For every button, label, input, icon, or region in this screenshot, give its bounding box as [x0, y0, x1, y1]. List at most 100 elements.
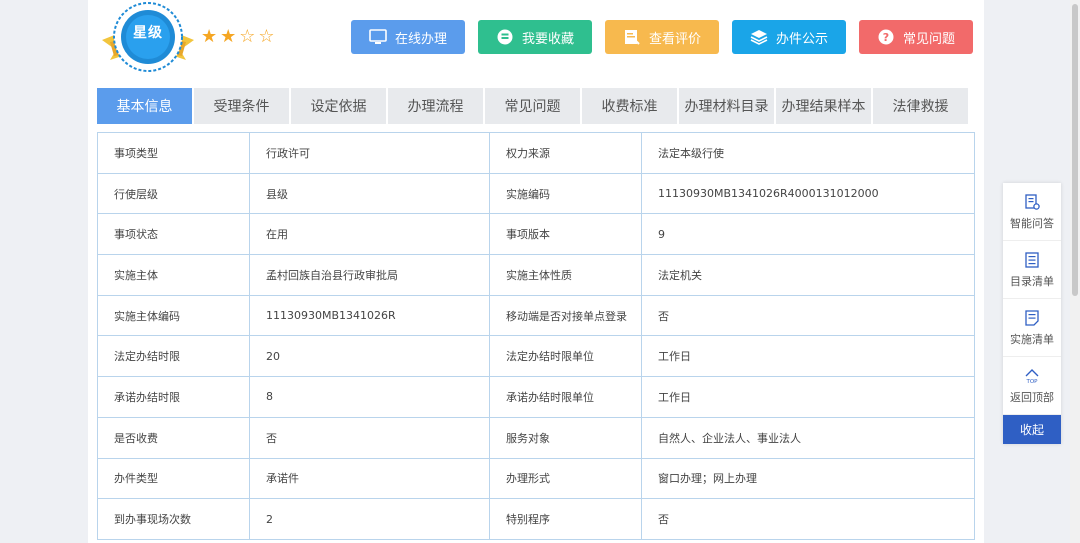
online-apply-label: 在线办理 — [394, 31, 447, 47]
faq-button[interactable]: ? 常见问题 — [859, 20, 973, 54]
page-scrollbar[interactable] — [1070, 0, 1080, 543]
question-icon: ? — [877, 28, 895, 46]
collect-button[interactable]: 我要收藏 — [478, 20, 592, 54]
field-value: 否 — [641, 294, 975, 337]
scrollbar-thumb[interactable] — [1072, 4, 1078, 296]
table-row: 行使层级 县级 实施编码 11130930MB1341026R400013101200… — [97, 172, 975, 215]
tab-process-flow[interactable]: 办理流程 — [388, 88, 483, 124]
doc-icon — [1025, 309, 1039, 326]
field-value: 否 — [249, 416, 490, 459]
field-label: 服务对象 — [489, 416, 642, 459]
field-value: 承诺件 — [249, 457, 490, 500]
review-icon — [623, 28, 641, 46]
field-label: 权力来源 — [489, 132, 642, 174]
monitor-icon — [369, 28, 387, 46]
collect-label: 我要收藏 — [521, 31, 574, 47]
field-value: 否 — [641, 498, 975, 540]
collect-icon — [496, 28, 514, 46]
catalog-list-button[interactable]: 目录清单 — [1003, 241, 1061, 299]
implementation-list-label: 实施清单 — [1010, 332, 1054, 346]
field-value: 县级 — [249, 172, 490, 215]
chat-doc-icon — [1025, 193, 1040, 210]
field-value: 9 — [641, 213, 975, 256]
layers-icon — [750, 28, 768, 46]
field-value: 自然人、企业法人、事业法人 — [641, 416, 975, 459]
field-value: 工作日 — [641, 335, 975, 378]
implementation-list-button[interactable]: 实施清单 — [1003, 299, 1061, 357]
back-to-top-label: 返回顶部 — [1010, 390, 1054, 404]
back-to-top-button[interactable]: TOP 返回顶部 — [1003, 357, 1061, 415]
field-value: 行政许可 — [249, 132, 490, 174]
star-empty-icon: ☆ — [258, 26, 278, 47]
field-label: 特别程序 — [489, 498, 642, 540]
tab-fee-standard[interactable]: 收费标准 — [582, 88, 677, 124]
tab-basic-info[interactable]: 基本信息 — [97, 88, 192, 124]
detail-tabs: 基本信息 受理条件 设定依据 办理流程 常见问题 收费标准 办理材料目录 办理结… — [97, 88, 968, 124]
field-label: 实施编码 — [489, 172, 642, 215]
case-public-button[interactable]: 办件公示 — [732, 20, 846, 54]
view-review-button[interactable]: 查看评价 — [605, 20, 719, 54]
table-row: 事项状态 在用 事项版本 9 — [97, 213, 975, 256]
list-icon — [1025, 251, 1039, 268]
smart-qa-button[interactable]: 智能问答 — [1003, 183, 1061, 241]
field-label: 事项版本 — [489, 213, 642, 256]
table-row: 实施主体 孟村回族自治县行政审批局 实施主体性质 法定机关 — [97, 254, 975, 296]
field-label: 到办事现场次数 — [97, 498, 250, 540]
table-row: 办件类型 承诺件 办理形式 窗口办理；网上办理 — [97, 457, 975, 500]
table-row: 实施主体编码 11130930MB1341026R 移动端是否对接单点登录否 — [97, 294, 975, 337]
svg-text:?: ? — [883, 31, 889, 44]
field-label: 事项类型 — [97, 132, 250, 174]
field-label: 事项状态 — [97, 213, 250, 256]
field-label: 移动端是否对接单点登录 — [489, 294, 642, 337]
star-filled-icon: ★ — [220, 26, 240, 47]
tab-material-list[interactable]: 办理材料目录 — [679, 88, 774, 124]
field-label: 办理形式 — [489, 457, 642, 500]
badge-label: 星级 — [133, 25, 163, 41]
smart-qa-label: 智能问答 — [1010, 216, 1054, 230]
tab-legal-basis[interactable]: 设定依据 — [291, 88, 386, 124]
tab-legal-aid[interactable]: 法律救援 — [873, 88, 968, 124]
svg-text:TOP: TOP — [1025, 379, 1038, 385]
field-label: 是否收费 — [97, 416, 250, 459]
case-public-label: 办件公示 — [775, 31, 828, 47]
tab-result-sample[interactable]: 办理结果样本 — [776, 88, 871, 124]
field-value: 孟村回族自治县行政审批局 — [249, 254, 490, 296]
field-label: 办件类型 — [97, 457, 250, 500]
floating-menu: 智能问答 目录清单 实施清单 TOP 返回顶部 收起 — [1003, 183, 1061, 444]
field-value: 法定本级行使 — [641, 132, 975, 174]
table-row: 法定办结时限 20 法定办结时限单位 工作日 — [97, 335, 975, 378]
tab-acceptance-conditions[interactable]: 受理条件 — [194, 88, 289, 124]
collapse-button[interactable]: 收起 — [1003, 415, 1061, 444]
table-row: 是否收费否服务对象 自然人、企业法人、事业法人 — [97, 416, 975, 459]
top-icon: TOP — [1025, 368, 1039, 385]
catalog-list-label: 目录清单 — [1010, 274, 1054, 288]
field-value: 工作日 — [641, 376, 975, 418]
field-value: 法定机关 — [641, 254, 975, 296]
field-label: 实施主体编码 — [97, 294, 250, 337]
field-label: 实施主体 — [97, 254, 250, 296]
field-value: 2 — [249, 498, 490, 540]
field-label: 法定办结时限单位 — [489, 335, 642, 378]
basic-info-table: 事项类型 行政许可 权力来源 法定本级行使 行使层级 县级 实施编码 11130930MB1… — [97, 132, 975, 540]
star-rating: ★★☆☆ — [201, 26, 278, 47]
field-value: 11130930MB1341026R4000131012000 — [641, 172, 975, 215]
field-value: 20 — [249, 335, 490, 378]
online-apply-button[interactable]: 在线办理 — [351, 20, 465, 54]
field-label: 行使层级 — [97, 172, 250, 215]
field-label: 实施主体性质 — [489, 254, 642, 296]
table-row: 承诺办结时限 8 承诺办结时限单位 工作日 — [97, 376, 975, 418]
field-value: 窗口办理；网上办理 — [641, 457, 975, 500]
faq-label: 常见问题 — [902, 31, 955, 47]
field-label: 承诺办结时限单位 — [489, 376, 642, 418]
view-review-label: 查看评价 — [648, 31, 701, 47]
field-value: 11130930MB1341026R — [249, 294, 490, 337]
field-label: 承诺办结时限 — [97, 376, 250, 418]
field-value: 在用 — [249, 213, 490, 256]
star-empty-icon: ☆ — [239, 26, 259, 47]
table-row: 到办事现场次数 2 特别程序否 — [97, 498, 975, 540]
field-label: 法定办结时限 — [97, 335, 250, 378]
star-filled-icon: ★ — [201, 26, 221, 47]
table-row: 事项类型 行政许可 权力来源 法定本级行使 — [97, 132, 975, 174]
tab-faq[interactable]: 常见问题 — [485, 88, 580, 124]
field-value: 8 — [249, 376, 490, 418]
